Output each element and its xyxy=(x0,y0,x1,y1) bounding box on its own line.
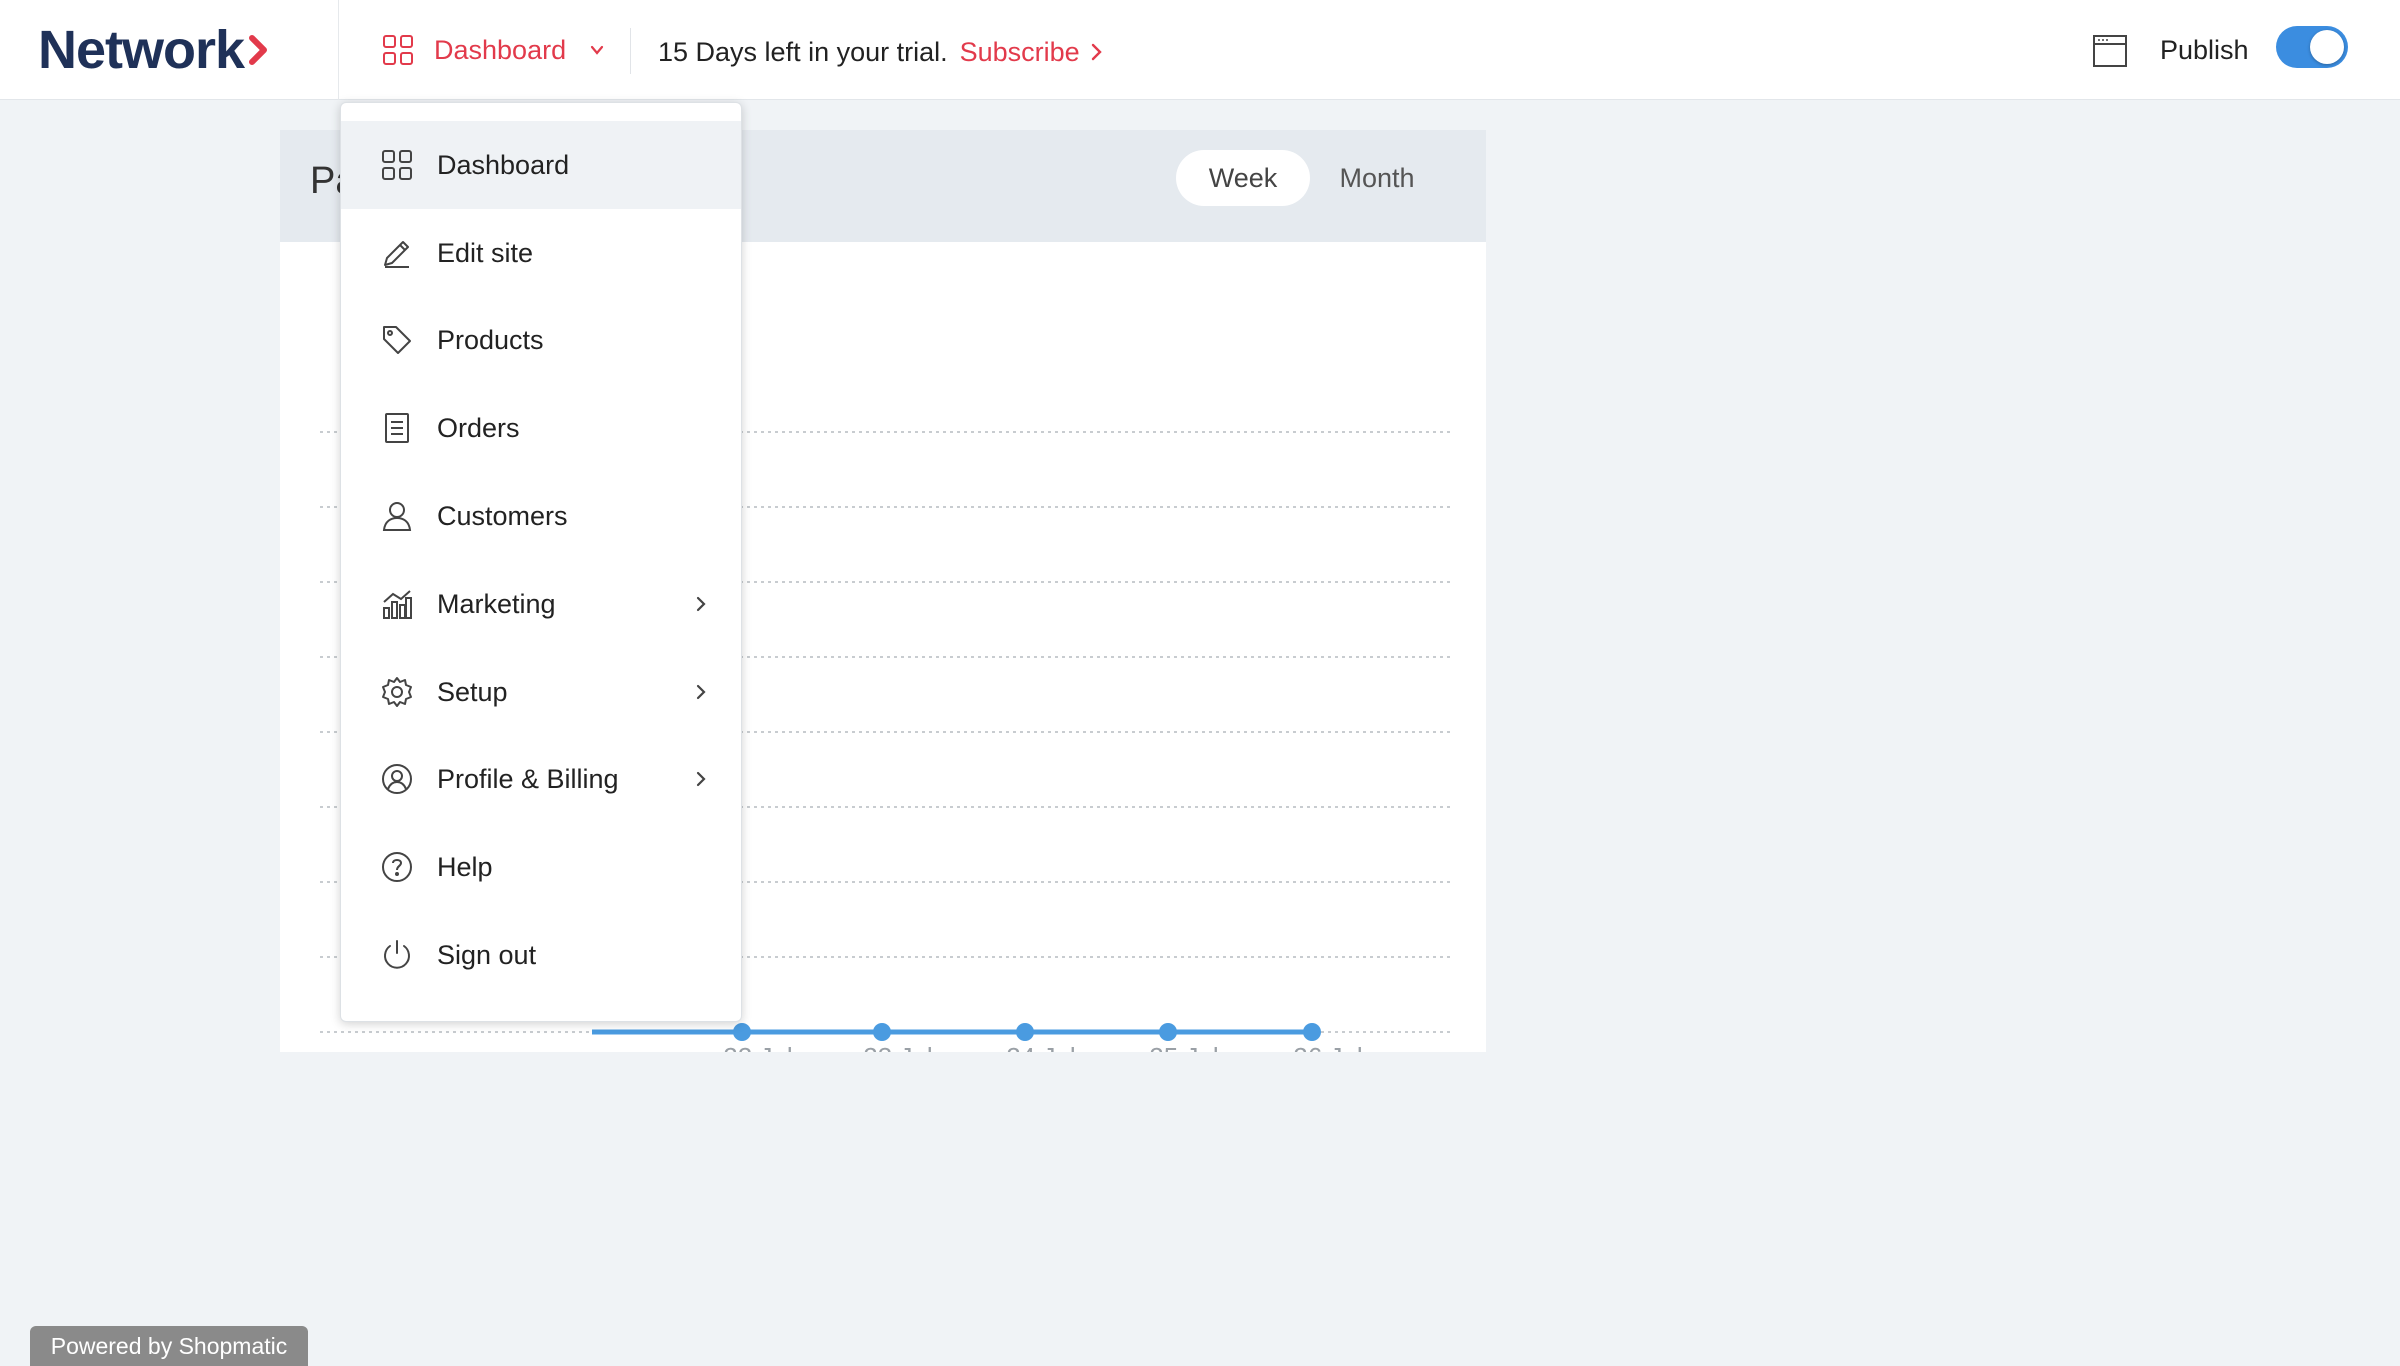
user-circle-icon xyxy=(382,764,412,794)
preview-icon[interactable] xyxy=(2092,34,2128,68)
user-icon xyxy=(382,502,412,531)
nav-dropdown-label: Dashboard xyxy=(434,34,567,65)
subscribe-link[interactable]: Subscribe xyxy=(960,37,1104,68)
nav-dropdown[interactable]: Dashboard xyxy=(382,30,606,70)
header-divider xyxy=(630,28,631,74)
menu-item-customers[interactable]: Customers xyxy=(341,472,741,560)
logo[interactable]: Network xyxy=(38,18,270,82)
header-divider xyxy=(338,0,339,100)
help-icon xyxy=(382,852,412,882)
chevron-right-icon xyxy=(1091,43,1102,61)
menu-item-label: Dashboard xyxy=(437,149,570,180)
menu-item-label: Profile & Billing xyxy=(437,763,619,794)
tag-icon xyxy=(383,326,411,354)
menu-item-sign-out[interactable]: Sign out xyxy=(341,911,741,999)
menu-item-edit-site[interactable]: Edit site xyxy=(341,209,741,297)
data-point[interactable] xyxy=(1159,1023,1177,1041)
data-point[interactable] xyxy=(1016,1023,1034,1041)
menu-item-label: Products xyxy=(437,324,544,355)
nav-menu: Dashboard Edit site Products Orders Customer… xyxy=(340,102,742,1022)
menu-item-label: Help xyxy=(437,851,493,882)
x-tick-label: 25 Jul xyxy=(1149,1042,1218,1052)
publish-toggle[interactable] xyxy=(2276,26,2348,68)
logo-chevron-icon xyxy=(249,35,268,65)
menu-item-profile-billing[interactable]: Profile & Billing xyxy=(341,735,741,823)
menu-item-setup[interactable]: Setup xyxy=(341,648,741,736)
range-month-button[interactable]: Month xyxy=(1310,150,1444,206)
power-icon xyxy=(384,940,410,969)
menu-item-label: Edit site xyxy=(437,237,534,268)
grid-icon xyxy=(382,150,412,180)
x-tick-label: 26 Jul xyxy=(1293,1042,1362,1052)
top-header: Network Dashboard 15 Days left in your t… xyxy=(0,0,2400,100)
data-point[interactable] xyxy=(873,1023,891,1041)
data-point[interactable] xyxy=(1303,1023,1321,1041)
pencil-icon xyxy=(384,241,409,268)
menu-item-products[interactable]: Products xyxy=(341,296,741,384)
menu-item-marketing[interactable]: Marketing xyxy=(341,560,741,648)
trial-text: 15 Days left in your trial. xyxy=(658,36,948,67)
menu-item-label: Orders xyxy=(437,412,520,443)
powered-by-badge[interactable]: Powered by Shopmatic xyxy=(30,1326,308,1366)
chevron-right-icon xyxy=(696,684,706,700)
logo-text: Network xyxy=(38,20,245,80)
toggle-knob xyxy=(2310,30,2344,64)
chevron-right-icon xyxy=(696,771,706,787)
gear-icon xyxy=(382,677,412,707)
publish-label: Publish xyxy=(2160,35,2249,65)
trial-banner: 15 Days left in your trial. Subscribe xyxy=(658,32,1104,72)
menu-item-help[interactable]: Help xyxy=(341,823,741,911)
menu-item-label: Setup xyxy=(437,676,508,707)
range-selector: Week Month xyxy=(1176,150,1444,206)
menu-item-dashboard[interactable]: Dashboard xyxy=(341,121,741,209)
x-tick-label: 23 Jul xyxy=(863,1042,932,1052)
subscribe-label: Subscribe xyxy=(959,36,1080,67)
chevron-right-icon xyxy=(696,596,706,612)
chevron-down-icon xyxy=(590,45,604,55)
grid-icon xyxy=(383,35,413,65)
chart-icon xyxy=(383,590,412,619)
menu-item-label: Marketing xyxy=(437,588,556,619)
x-tick-label: 24 Jul xyxy=(1006,1042,1075,1052)
menu-item-label: Customers xyxy=(437,500,568,531)
data-point[interactable] xyxy=(733,1023,751,1041)
x-tick-label: 22 Jul xyxy=(723,1042,792,1052)
menu-item-orders[interactable]: Orders xyxy=(341,384,741,472)
menu-item-label: Sign out xyxy=(437,939,537,970)
document-icon xyxy=(385,413,409,443)
range-week-button[interactable]: Week xyxy=(1176,150,1310,206)
